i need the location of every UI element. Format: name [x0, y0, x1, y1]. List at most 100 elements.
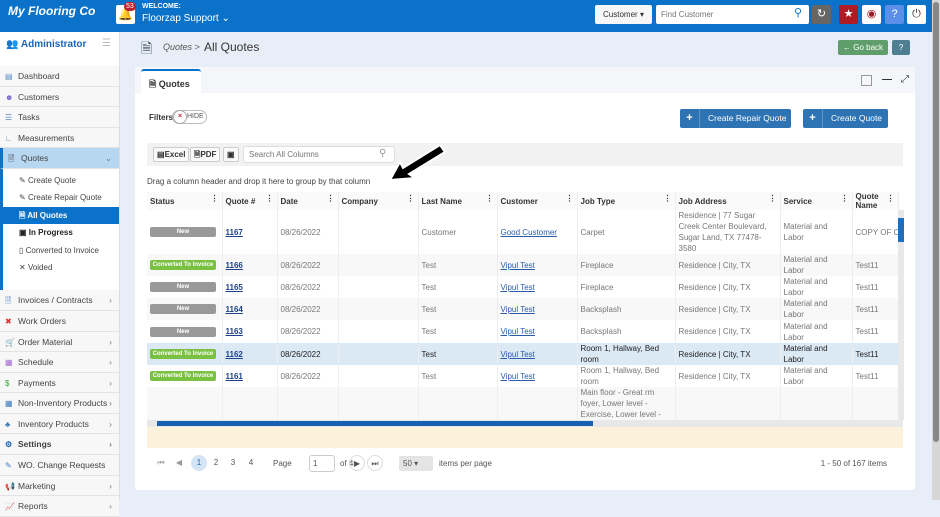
next-page-icon[interactable]: ▶ — [349, 455, 365, 471]
filters-toggle[interactable]: × HIDE — [172, 110, 207, 124]
column-header-job-address[interactable]: Job Address ⋮ — [675, 192, 781, 210]
fullscreen-icon[interactable]: ⤢ — [901, 74, 909, 85]
maximize-box-icon[interactable] — [861, 75, 872, 86]
page-2[interactable]: 2 — [208, 455, 224, 471]
column-header-service[interactable]: Service ⋮ — [780, 192, 853, 210]
sidebar-item-measurements[interactable]: ∟ Measurements — [0, 127, 119, 149]
sidebar-item-settings[interactable]: ⚙ Settings › — [0, 434, 119, 456]
cell-quote-[interactable]: 1163 — [222, 320, 278, 343]
horizontal-scrollbar[interactable] — [147, 420, 903, 427]
quote-link[interactable]: 1167 — [226, 228, 243, 237]
column-menu-icon[interactable]: ⋮ — [486, 194, 494, 203]
sidebar-sub-in-progress[interactable]: ▣ In Progress — [0, 224, 119, 242]
customer-select[interactable]: Customer ▾ — [595, 5, 652, 24]
breadcrumb-parent[interactable]: Quotes > — [163, 42, 200, 52]
table-row[interactable]: New 1167 08/26/2022 Customer Good Customer Ca… — [147, 210, 899, 254]
cell-quote-[interactable]: 1164 — [222, 298, 278, 320]
customer-link[interactable]: Vipul Test — [501, 283, 535, 292]
sidebar-item-tasks[interactable]: ☰ Tasks — [0, 107, 119, 128]
find-customer-input[interactable] — [656, 5, 809, 24]
column-header-customer[interactable]: Customer ⋮ — [497, 192, 578, 210]
sidebar-item-customers[interactable]: ☻ Customers — [0, 86, 119, 108]
cell-quote-[interactable] — [222, 387, 278, 424]
page-3[interactable]: 3 — [225, 455, 241, 471]
sidebar-sub-voided[interactable]: ✕ Voided — [0, 258, 119, 277]
quote-link[interactable]: 1164 — [226, 305, 243, 314]
column-header-date[interactable]: Date ⋮ — [277, 192, 339, 210]
prev-page-icon[interactable]: ◀ — [171, 455, 187, 471]
column-menu-icon[interactable]: ⋮ — [211, 194, 219, 203]
cell-customer[interactable]: Vipul Test — [497, 298, 578, 320]
customer-link[interactable]: Vipul Test — [501, 261, 535, 270]
cell-quote-[interactable]: 1165 — [222, 276, 278, 298]
customer-link[interactable]: Vipul Test — [501, 350, 535, 359]
cell-customer[interactable]: Good Customer — [497, 210, 578, 254]
table-row[interactable]: New 1163 08/26/2022 Test Vipul Test Backsplas… — [147, 320, 899, 343]
column-header-quote-name[interactable]: Quote Name ⋮ — [852, 192, 899, 210]
table-row[interactable]: Main floor - Great rm foyer, Lower level… — [147, 387, 899, 424]
cell-customer[interactable]: Vipul Test — [497, 320, 578, 343]
cell-customer[interactable]: Vipul Test — [497, 365, 578, 387]
page-help-button[interactable]: ? — [892, 40, 910, 55]
sidebar-item-inventory-products[interactable]: ♣ Inventory Products › — [0, 413, 119, 435]
sidebar-item-payments[interactable]: $ Payments › — [0, 372, 119, 394]
horizontal-scroll-thumb[interactable] — [157, 421, 593, 426]
power-icon[interactable]: ⏻ — [907, 5, 926, 24]
quote-link[interactable]: 1161 — [226, 372, 243, 381]
tab-quotes[interactable]: 🗎 Quotes — [141, 69, 201, 93]
quote-link[interactable]: 1165 — [226, 283, 243, 292]
group-by-hint[interactable]: Drag a column header and drop it here to… — [147, 177, 370, 186]
search-all-columns-input[interactable] — [243, 146, 395, 163]
vertical-scroll-thumb[interactable] — [898, 218, 904, 242]
sidebar-item-quotes[interactable]: 🗎 Quotes ⌄ — [0, 148, 119, 169]
sidebar-item-schedule[interactable]: ▦ Schedule › — [0, 352, 119, 373]
column-menu-icon[interactable]: ⋮ — [266, 194, 274, 203]
page-scroll-thumb[interactable] — [933, 2, 939, 442]
user-menu[interactable]: Floorzap Support ⌄ — [142, 13, 230, 24]
last-page-icon[interactable]: ⏭ — [367, 455, 383, 471]
sidebar-item-reports[interactable]: 📈 Reports › — [0, 496, 119, 517]
column-header-last-name[interactable]: Last Name ⋮ — [418, 192, 498, 210]
column-header-company[interactable]: Company ⋮ — [338, 192, 419, 210]
sidebar-sub-converted[interactable]: ▯ Converted to Invoice — [0, 241, 119, 259]
table-row[interactable]: New 1164 08/26/2022 Test Vipul Test Backsplas… — [147, 298, 899, 320]
table-row[interactable]: Converted To Invoice 1166 08/26/2022 Test Vi… — [147, 254, 899, 276]
column-header-status[interactable]: Status ⋮ — [147, 192, 223, 210]
refresh-icon[interactable]: ↻ — [812, 5, 831, 24]
vertical-scrollbar[interactable] — [898, 210, 904, 420]
search-icon[interactable]: ⚲ — [794, 6, 802, 19]
customer-link[interactable]: Vipul Test — [501, 305, 535, 314]
star-icon[interactable]: ★ — [839, 5, 858, 24]
customer-link[interactable]: Vipul Test — [501, 327, 535, 336]
page-4[interactable]: 4 — [243, 455, 259, 471]
customer-link[interactable]: Vipul Test — [501, 372, 535, 381]
table-row[interactable]: Converted To Invoice 1162 08/26/2022 Test Vi… — [147, 343, 899, 365]
cell-customer[interactable]: Vipul Test — [497, 254, 578, 276]
per-page-select[interactable]: 50 ▾ — [399, 456, 433, 471]
sidebar-item-invoices-contracts[interactable]: 🗎 Invoices / Contracts › — [0, 290, 119, 311]
column-menu-icon[interactable]: ⋮ — [327, 194, 335, 203]
page-scrollbar[interactable] — [932, 0, 940, 500]
sidebar-sub-create-repair-quote[interactable]: ✎ Create Repair Quote — [0, 189, 119, 207]
quote-link[interactable]: 1162 — [226, 350, 243, 359]
cell-quote-[interactable]: 1162 — [222, 343, 278, 365]
excel-button[interactable]: ▤Excel — [153, 147, 190, 162]
cell-customer[interactable]: Vipul Test — [497, 276, 578, 298]
help-icon[interactable]: ? — [885, 5, 904, 24]
save-icon[interactable]: ▣ — [223, 147, 239, 162]
column-menu-icon[interactable]: ⋮ — [769, 194, 777, 203]
cell-quote-[interactable]: 1161 — [222, 365, 278, 387]
create-repair-quote-button[interactable]: + Create Repair Quote — [680, 109, 791, 128]
lifebuoy-icon[interactable]: ◉ — [862, 5, 881, 24]
table-row[interactable]: New 1165 08/26/2022 Test Vipul Test Fireplace… — [147, 276, 899, 298]
page-1[interactable]: 1 — [191, 455, 207, 471]
sidebar-sub-create-quote[interactable]: ✎ Create Quote — [0, 171, 119, 190]
quote-link[interactable]: 1166 — [226, 261, 243, 270]
first-page-icon[interactable]: ⏮ — [153, 455, 169, 471]
create-quote-button[interactable]: + Create Quote — [803, 109, 888, 128]
minimize-icon[interactable]: — — [882, 74, 892, 85]
brand-logo[interactable]: My Flooring Co — [8, 4, 95, 18]
column-menu-icon[interactable]: ⋮ — [841, 194, 849, 203]
cell-quote-[interactable]: 1166 — [222, 254, 278, 276]
column-header-quote-[interactable]: Quote # ⋮ — [222, 192, 278, 210]
